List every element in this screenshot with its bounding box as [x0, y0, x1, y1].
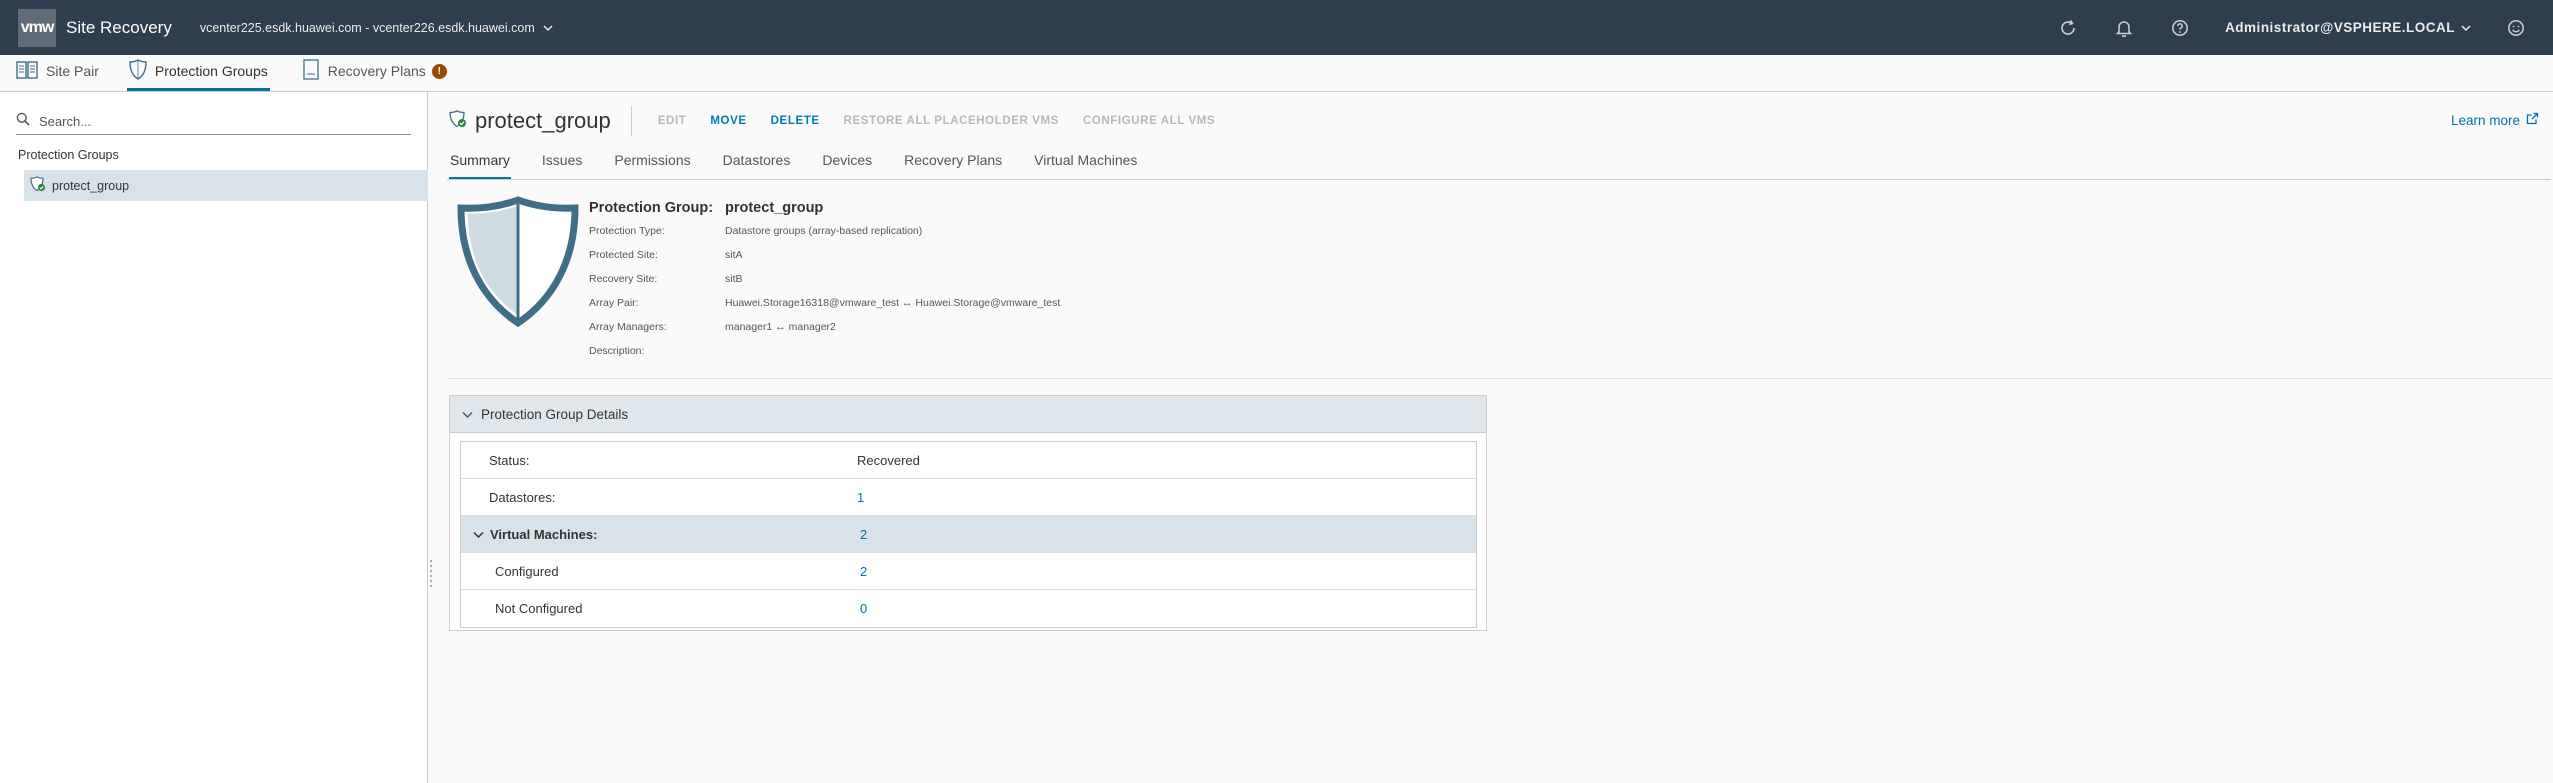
datastores-count-link[interactable]: 1	[857, 490, 1476, 505]
chevron-down-icon	[462, 407, 473, 422]
restore-all-placeholder-vms-button[interactable]: RESTORE ALL PLACEHOLDER VMS	[844, 115, 1059, 127]
property-row: Recovery Site: sitB	[589, 273, 1060, 297]
site-pair-icon	[16, 60, 38, 83]
top-header: vmw Site Recovery vcenter225.esdk.huawei…	[0, 0, 2553, 55]
learn-more-link[interactable]: Learn more	[2451, 112, 2539, 128]
property-value: manager1 ↔ manager2	[725, 321, 836, 333]
row-label: Status:	[489, 452, 530, 468]
property-value: Datastore groups (array-based replicatio…	[725, 225, 923, 237]
protection-group-icon	[30, 176, 46, 195]
divider	[447, 179, 2551, 180]
property-label: Array Managers:	[589, 321, 667, 333]
alert-badge: !	[431, 63, 447, 79]
property-value: sitB	[725, 273, 743, 285]
chevron-down-icon	[2461, 20, 2471, 35]
delete-button[interactable]: DELETE	[771, 115, 820, 127]
sidebar-item-protect-group[interactable]: protect_group	[24, 170, 428, 201]
properties-list: Protection Group: protect_group Protecti…	[589, 200, 1060, 369]
not-configured-count-link[interactable]: 0	[857, 601, 1476, 616]
search-icon	[16, 112, 30, 131]
help-icon[interactable]	[2169, 17, 2191, 39]
sidebar-section-title: Protection Groups	[18, 148, 119, 162]
tab-datastores[interactable]: Datastores	[722, 152, 792, 180]
page-title: protect_group	[475, 108, 611, 133]
vcenter-selector[interactable]: vcenter225.esdk.huawei.com - vcenter226.…	[200, 21, 553, 35]
property-row: Protected Site: sitA	[589, 249, 1060, 273]
table-row: Not Configured 0	[461, 590, 1476, 627]
shield-icon	[129, 59, 147, 83]
property-row: Array Pair: Huawei.Storage16318@vmware_t…	[589, 297, 1060, 321]
vms-count-link[interactable]: 2	[857, 527, 1476, 542]
tab-devices[interactable]: Devices	[821, 152, 873, 180]
main-content: protect_group EDIT MOVE DELETE RESTORE A…	[429, 92, 2553, 783]
property-label: Protected Site:	[589, 249, 658, 261]
tab-protection-groups[interactable]: Protection Groups	[126, 54, 270, 91]
tab-site-pair[interactable]: Site Pair	[14, 54, 101, 91]
tab-issues[interactable]: Issues	[541, 152, 583, 180]
detail-tabs: Summary Issues Permissions Datastores De…	[449, 152, 1168, 180]
configured-count-link[interactable]: 2	[857, 564, 1476, 579]
table-row: Configured 2	[461, 553, 1476, 590]
summary-panel: Protection Group: protect_group Protecti…	[449, 196, 2553, 376]
virtual-machines-group-row[interactable]: Virtual Machines: 2	[461, 516, 1476, 553]
protection-group-row: Protection Group: protect_group	[589, 200, 1060, 225]
details-title: Protection Group Details	[481, 406, 629, 422]
details-header-toggle[interactable]: Protection Group Details	[450, 396, 1486, 433]
row-label: Configured	[495, 563, 559, 579]
learn-more-label: Learn more	[2450, 112, 2520, 128]
property-row: Protection Type: Datastore groups (array…	[589, 225, 1060, 249]
tab-recovery-plans[interactable]: Recovery Plans !	[300, 54, 449, 91]
property-row: Array Managers: manager1 ↔ manager2	[589, 321, 1060, 345]
external-link-icon	[2526, 112, 2539, 128]
property-value: sitA	[725, 249, 743, 261]
tab-virtual-machines[interactable]: Virtual Machines	[1033, 152, 1138, 180]
row-label: Not Configured	[495, 601, 583, 616]
tab-recovery-plans[interactable]: Recovery Plans	[903, 152, 1003, 180]
move-button[interactable]: MOVE	[710, 115, 746, 127]
details-table: Status: Recovered Datastores: 1 Virtual …	[460, 441, 1477, 628]
property-label: Protection Group:	[589, 200, 714, 216]
row-label: Datastores:	[489, 489, 556, 505]
search-input[interactable]	[39, 114, 399, 129]
sidebar: Protection Groups protect_group	[0, 92, 428, 783]
property-label: Description:	[589, 345, 645, 357]
table-row: Status: Recovered	[461, 442, 1476, 479]
large-shield-icon	[453, 196, 583, 333]
vmw-logo: vmw	[18, 8, 56, 47]
tab-permissions[interactable]: Permissions	[613, 152, 691, 180]
protection-group-icon	[449, 109, 467, 133]
protection-group-details-card: Protection Group Details Status: Recover…	[449, 395, 1487, 631]
property-value: Huawei.Storage16318@vmware_test ↔ Huawei…	[725, 297, 1061, 309]
divider	[447, 378, 2551, 379]
vcenter-pair-label: vcenter225.esdk.huawei.com - vcenter226.…	[199, 20, 535, 35]
property-label: Array Pair:	[589, 297, 639, 309]
property-value: protect_group	[725, 200, 824, 216]
smiley-icon[interactable]	[2505, 17, 2527, 39]
tab-summary[interactable]: Summary	[449, 152, 511, 180]
chevron-down-icon	[473, 527, 484, 542]
tab-label: Site Pair	[46, 63, 99, 79]
tab-label: Protection Groups	[154, 63, 268, 79]
property-row: Description:	[589, 345, 1060, 369]
chevron-down-icon	[543, 21, 553, 35]
edit-button[interactable]: EDIT	[658, 115, 687, 127]
refresh-icon[interactable]	[2057, 17, 2079, 39]
divider	[630, 106, 632, 136]
app-title: Site Recovery	[66, 17, 172, 37]
status-value: Recovered	[857, 452, 920, 468]
bell-icon[interactable]	[2113, 17, 2135, 39]
property-label: Protection Type:	[589, 225, 665, 237]
main-tab-bar: Site Pair Protection Groups Recovery Pla…	[0, 55, 2553, 92]
sidebar-item-label: protect_group	[52, 178, 130, 193]
table-row: Datastores: 1	[461, 479, 1476, 516]
property-label: Recovery Site:	[589, 273, 658, 285]
object-header: protect_group EDIT MOVE DELETE RESTORE A…	[449, 106, 1227, 136]
document-icon	[302, 59, 320, 83]
configure-all-vms-button[interactable]: CONFIGURE ALL VMS	[1083, 115, 1215, 127]
user-name: Administrator@VSPHERE.LOCAL	[2225, 20, 2455, 35]
search-box	[16, 109, 411, 135]
tab-label: Recovery Plans	[327, 63, 426, 79]
row-label: Virtual Machines:	[490, 526, 598, 542]
user-menu[interactable]: Administrator@VSPHERE.LOCAL	[2225, 20, 2471, 35]
